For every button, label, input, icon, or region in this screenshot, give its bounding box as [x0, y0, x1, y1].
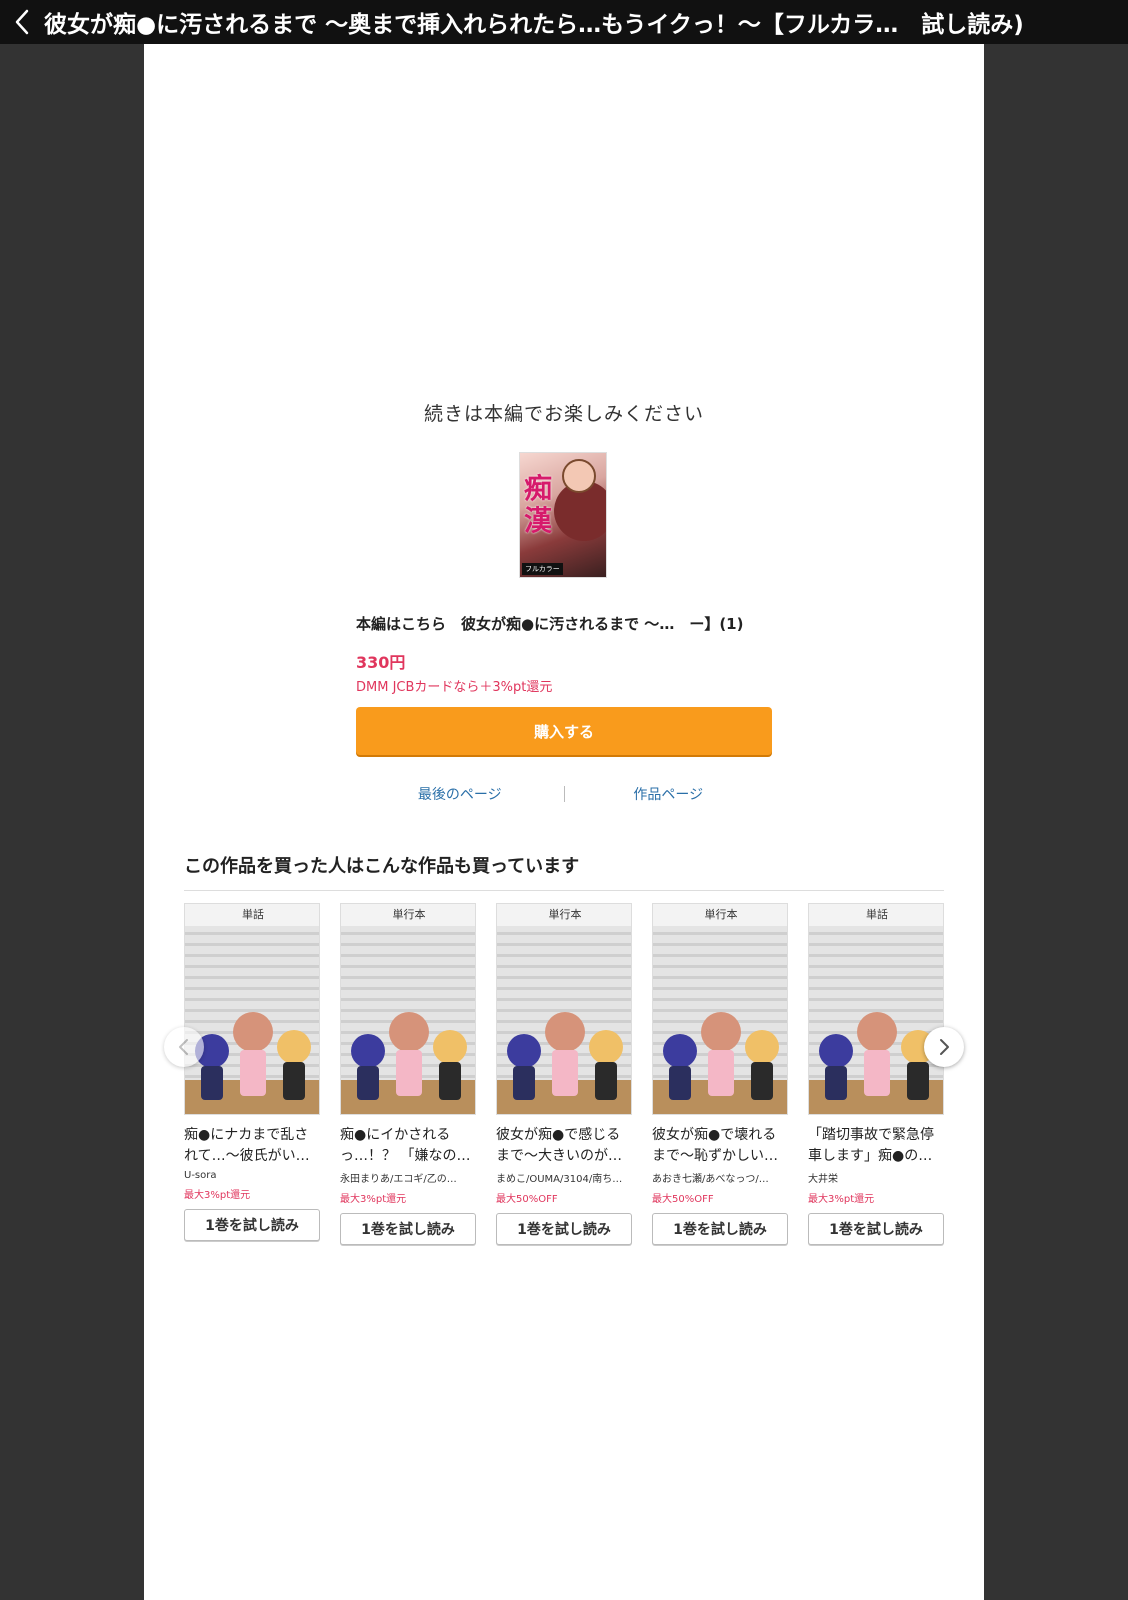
recommend-author: 永田まりあ/エコギ/乙の… — [340, 1174, 457, 1185]
recommend-author: まめこ/OUMA/3104/南ち… — [496, 1174, 623, 1185]
thumbnail-character — [433, 1030, 467, 1100]
recommend-thumbnail[interactable]: 単行本 — [340, 903, 476, 1115]
recommend-item[interactable]: 単行本 彼女が痴●で壊れるまで〜恥ずかしい… あおき七瀬/あべなっつ/… 最大5… — [652, 903, 788, 1248]
thumbnail-character — [857, 1012, 897, 1096]
viewer-page: 続きは本編でお楽しみください 痴漢 フルカラー 本編はこちら 彼女が痴●に汚され… — [144, 44, 984, 1600]
thumbnail-character — [545, 1012, 585, 1096]
thumbnail-character — [819, 1034, 853, 1100]
trial-read-button[interactable]: 1巻を試し読み — [340, 1213, 476, 1245]
thumbnail-character — [389, 1012, 429, 1096]
back-button[interactable] — [0, 0, 44, 44]
format-badge: 単話 — [185, 904, 319, 926]
recommend-item[interactable]: 単行本 痴●にイかされるっ…！？ 「嫌なの… 永田まりあ/エコギ/乙の… 最大3… — [340, 903, 476, 1248]
buy-button[interactable]: 購入する — [356, 707, 772, 755]
cover-title: 痴漢 — [524, 472, 553, 537]
thumbnail-character — [277, 1030, 311, 1100]
recommend-promo: 最大3%pt還元 — [808, 1194, 875, 1205]
format-badge: 単行本 — [497, 904, 631, 926]
recommend-author: あおき七瀬/あべなっつ/… — [652, 1174, 769, 1185]
campaign-text: DMM JCBカードなら＋3%pt還元 — [356, 680, 553, 695]
top-bar: 彼女が痴●に汚されるまで 〜奥まで挿入れられたら…もうイクっ！〜【フルカラ… 試… — [0, 0, 1128, 44]
trial-read-button[interactable]: 1巻を試し読み — [184, 1209, 320, 1241]
product-cover[interactable]: 痴漢 フルカラー — [519, 452, 607, 578]
thumbnail-character — [745, 1030, 779, 1100]
page-title: 彼女が痴●に汚されるまで 〜奥まで挿入れられたら…もうイクっ！〜【フルカラ… 試… — [44, 12, 1024, 38]
recommend-promo: 最大3%pt還元 — [184, 1190, 251, 1201]
format-badge: 単行本 — [653, 904, 787, 926]
chevron-right-icon — [940, 1039, 949, 1055]
product-price: 330円 — [356, 653, 406, 672]
recommend-promo: 最大50%OFF — [496, 1194, 558, 1205]
continue-message: 続きは本編でお楽しみください — [423, 403, 704, 425]
recommend-heading: この作品を買った人はこんな作品も買っています — [184, 852, 944, 891]
recommend-title[interactable]: 痴●にイかされるっ…！？ 「嫌なの… — [340, 1125, 476, 1167]
chevron-left-icon — [179, 1039, 188, 1055]
trial-read-button[interactable]: 1巻を試し読み — [652, 1213, 788, 1245]
recommend-title[interactable]: 痴●にナカまで乱されて…〜彼氏がい… — [184, 1125, 320, 1167]
thumbnail-character — [589, 1030, 623, 1100]
recommend-author: 大井栄 — [808, 1174, 838, 1185]
work-page-link[interactable]: 作品ページ — [565, 784, 773, 804]
recommend-item[interactable]: 単話 「踏切事故で緊急停車します」痴●の… 大井栄 最大3%pt還元 1巻を試し… — [808, 903, 944, 1248]
thumbnail-character — [233, 1012, 273, 1096]
recommend-thumbnail[interactable]: 単行本 — [496, 903, 632, 1115]
trial-read-button[interactable]: 1巻を試し読み — [496, 1213, 632, 1245]
viewer-links: 最後のページ 作品ページ — [356, 782, 772, 806]
recommend-promo: 最大3%pt還元 — [340, 1194, 407, 1205]
format-badge: 単行本 — [341, 904, 475, 926]
chevron-left-icon — [15, 9, 29, 35]
carousel-next-button[interactable] — [924, 1027, 964, 1067]
format-badge: 単話 — [809, 904, 943, 926]
cover-art-face — [562, 459, 596, 493]
recommend-item[interactable]: 単行本 彼女が痴●で感じるまで〜大きいのが… まめこ/OUMA/3104/南ち…… — [496, 903, 632, 1248]
thumbnail-character — [351, 1034, 385, 1100]
recommend-title[interactable]: 「踏切事故で緊急停車します」痴●の… — [808, 1125, 944, 1167]
recommend-thumbnail[interactable]: 単行本 — [652, 903, 788, 1115]
recommend-thumbnail[interactable]: 単話 — [184, 903, 320, 1115]
thumbnail-character — [663, 1034, 697, 1100]
trial-read-button[interactable]: 1巻を試し読み — [808, 1213, 944, 1245]
recommend-title[interactable]: 彼女が痴●で感じるまで〜大きいのが… — [496, 1125, 632, 1167]
recommend-thumbnail[interactable]: 単話 — [808, 903, 944, 1115]
carousel-prev-button[interactable] — [164, 1027, 204, 1067]
thumbnail-character — [701, 1012, 741, 1096]
last-page-link[interactable]: 最後のページ — [356, 784, 564, 804]
recommend-item[interactable]: 単話 痴●にナカまで乱されて…〜彼氏がい… U-sora 最大3%pt還元 1巻… — [184, 903, 320, 1248]
recommend-author: U-sora — [184, 1170, 217, 1181]
product-title[interactable]: 本編はこちら 彼女が痴●に汚されるまで 〜… ー】(1) — [356, 613, 776, 634]
thumbnail-character — [507, 1034, 541, 1100]
recommend-list: 単話 痴●にナカまで乱されて…〜彼氏がい… U-sora 最大3%pt還元 1巻… — [184, 903, 944, 1248]
cover-label: フルカラー — [522, 563, 563, 575]
recommend-title[interactable]: 彼女が痴●で壊れるまで〜恥ずかしい… — [652, 1125, 788, 1167]
recommend-promo: 最大50%OFF — [652, 1194, 714, 1205]
